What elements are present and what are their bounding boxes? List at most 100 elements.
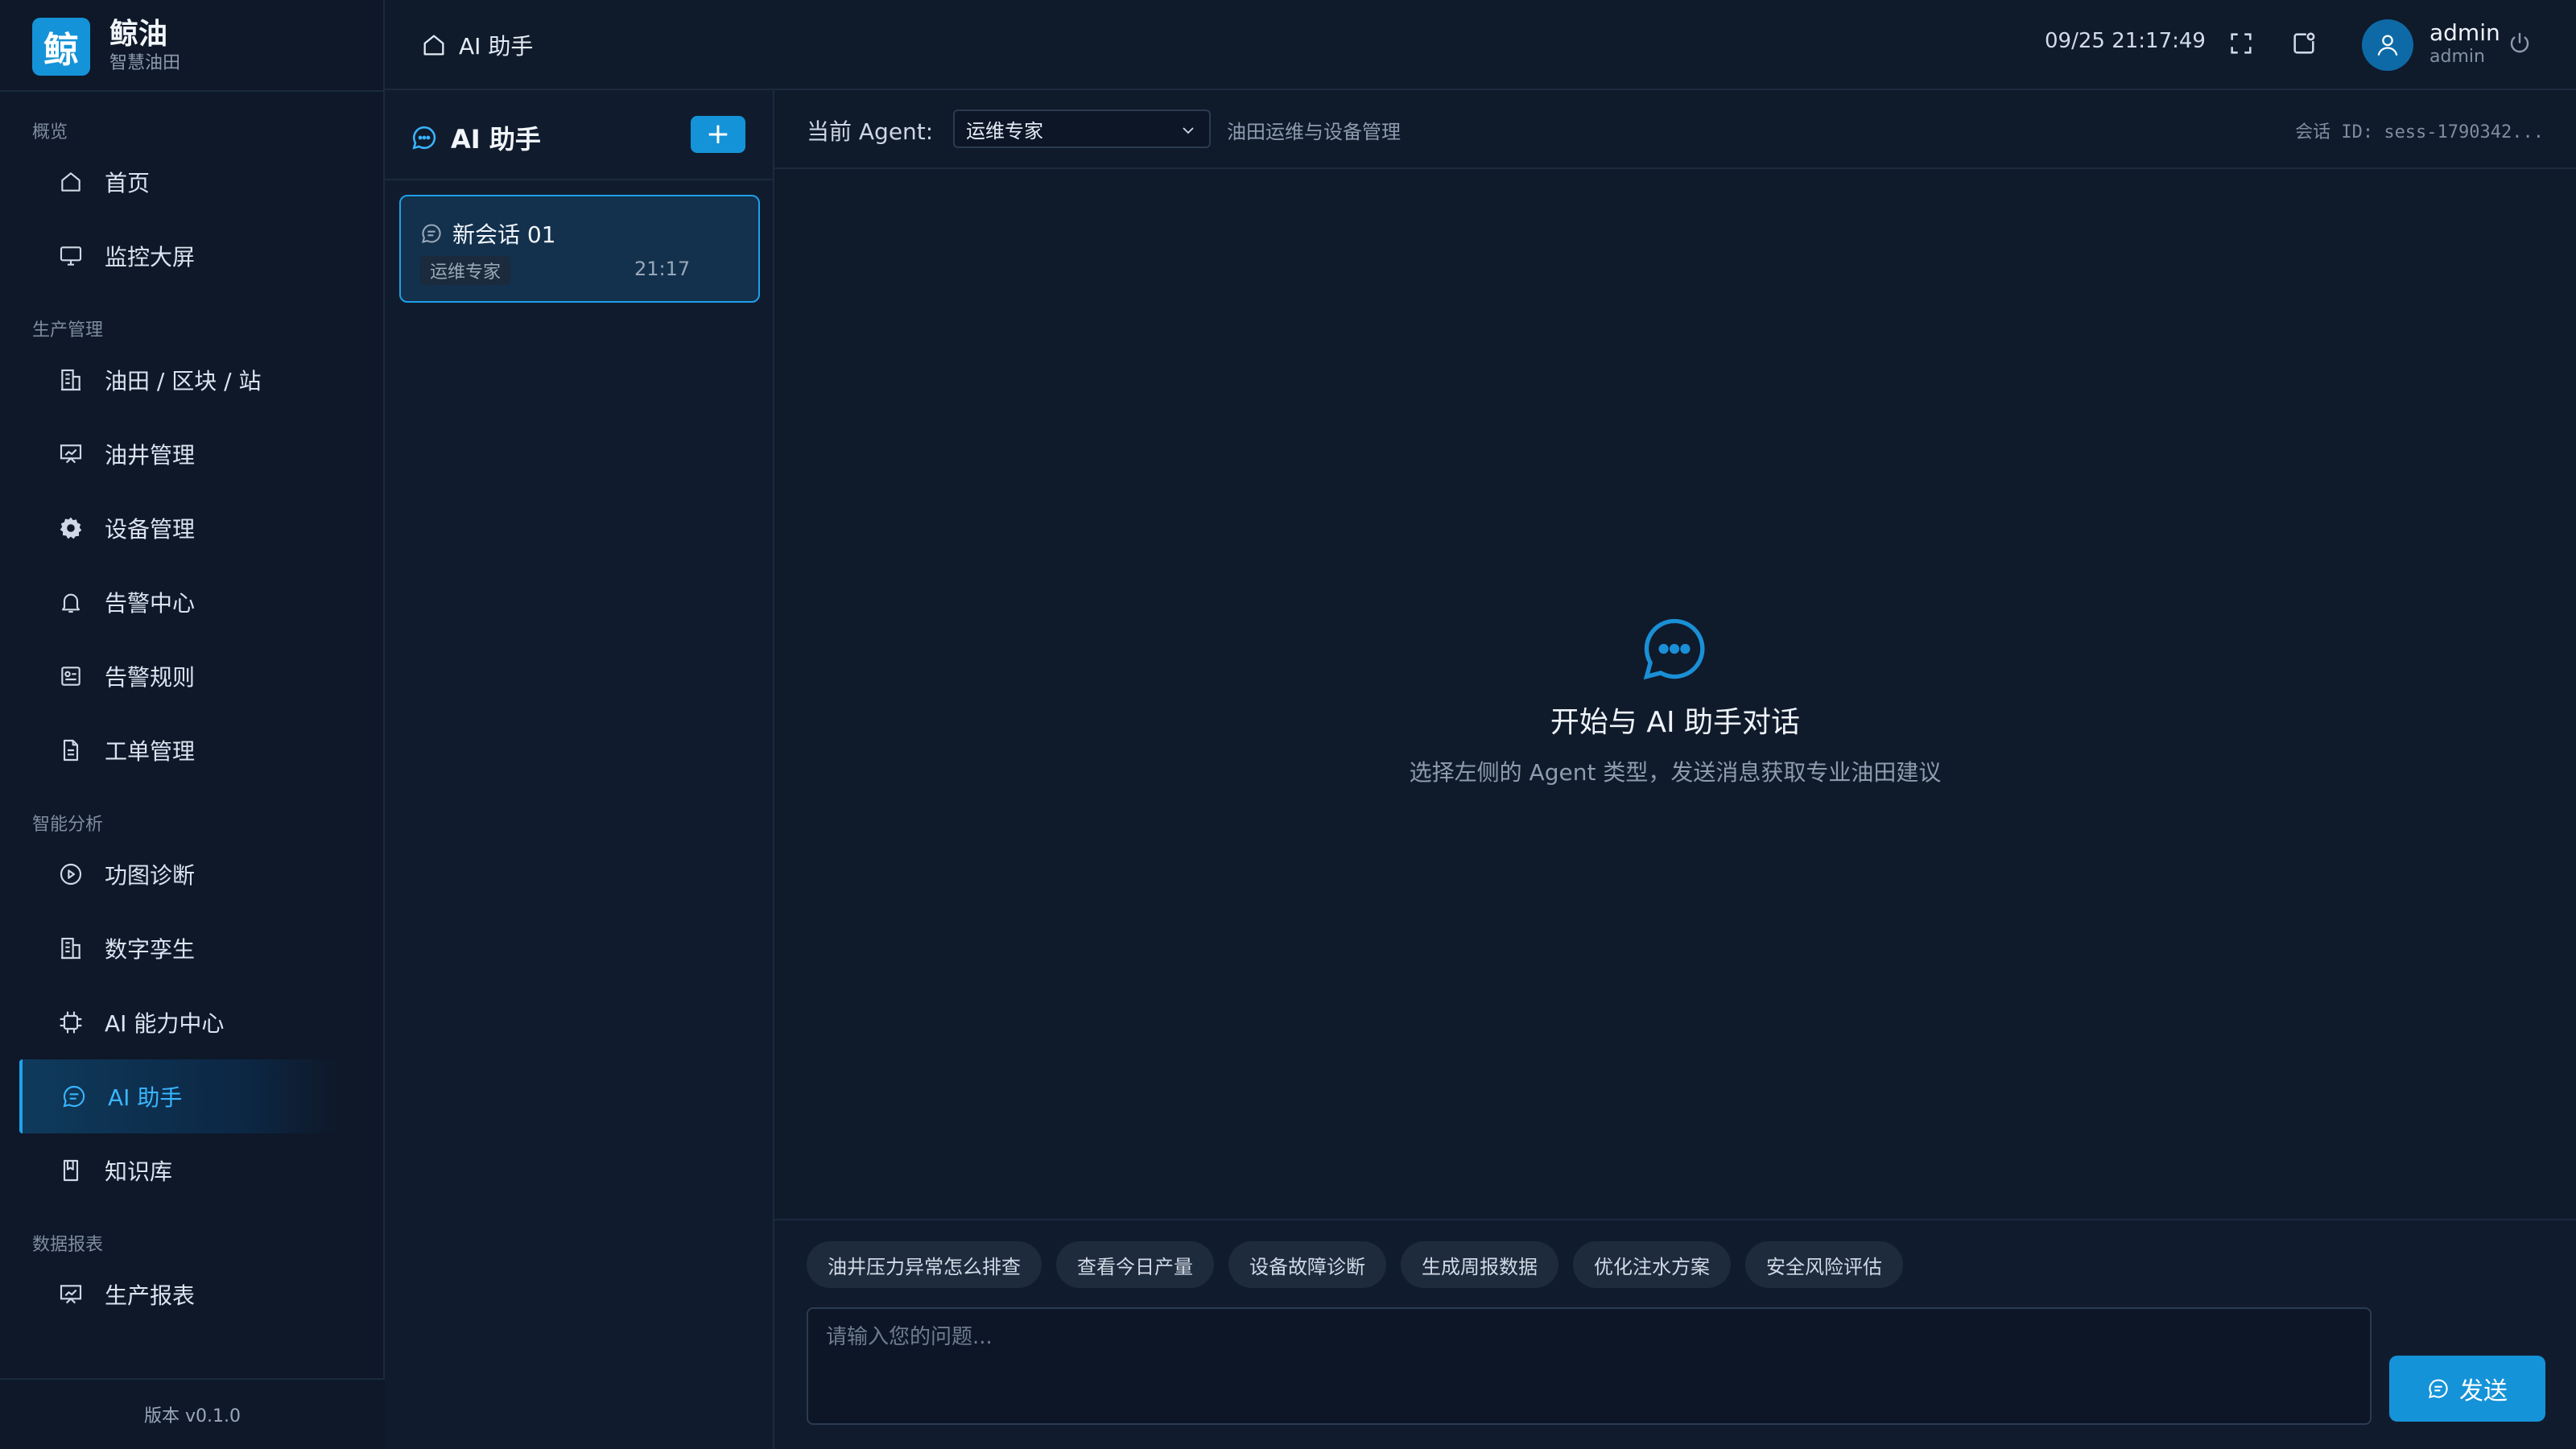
document-icon	[56, 736, 85, 765]
session-item[interactable]: 新会话 01 运维专家 21:17	[399, 195, 760, 303]
top-header: AI 助手 09/25 21:17:49 admin admin	[385, 0, 2576, 90]
app-root: 鲸 鲸油 智慧油田 概览 首页 监控大屏 生产管理 油田 / 区块 / 站 油井…	[0, 0, 2576, 1449]
new-session-button[interactable]: +	[691, 116, 745, 153]
sidebar-item-work-orders[interactable]: 工单管理	[0, 713, 385, 787]
sidebar-item-ai-center[interactable]: AI 能力中心	[0, 985, 385, 1059]
brand-subtitle: 智慧油田	[109, 53, 181, 73]
sidebar-item-label: 数字孪生	[105, 936, 196, 963]
chat-area: 当前 Agent: 运维专家 油田运维与设备管理 会话 ID: sess-179…	[774, 90, 2576, 1449]
quick-prompt-chip[interactable]: 油井压力异常怎么排查	[807, 1241, 1042, 1288]
sidebar-item-label: 告警中心	[105, 590, 196, 617]
session-panel-header: AI 助手 +	[385, 90, 774, 180]
gear-icon	[56, 514, 85, 543]
chip-icon	[56, 1008, 85, 1037]
avatar[interactable]	[2362, 19, 2413, 71]
session-agent-tag: 运维专家	[420, 256, 511, 285]
agent-select[interactable]: 运维专家	[953, 109, 1211, 148]
sidebar-item-label: 告警规则	[105, 664, 196, 691]
rules-icon	[56, 662, 85, 691]
user-name: admin	[2429, 19, 2500, 46]
sidebar-item-knowledge[interactable]: 知识库	[0, 1133, 385, 1208]
sidebar-item-alarm-rules[interactable]: 告警规则	[0, 639, 385, 713]
brand[interactable]: 鲸 鲸油 智慧油田	[32, 18, 180, 76]
sidebar-item-label: 油井管理	[105, 442, 196, 469]
sidebar-item-label: 设备管理	[105, 516, 196, 543]
breadcrumb: AI 助手	[420, 29, 533, 61]
external-window-icon[interactable]	[2288, 27, 2320, 60]
sidebar-item-label: 知识库	[105, 1158, 173, 1185]
user-role: admin	[2429, 47, 2485, 67]
send-button[interactable]: 发送	[2389, 1356, 2545, 1422]
quick-prompt-chip[interactable]: 优化注水方案	[1573, 1241, 1731, 1288]
sidebar-item-dynagraph[interactable]: 功图诊断	[0, 837, 385, 911]
send-button-label: 发送	[2459, 1377, 2508, 1406]
sidebar-item-home[interactable]: 首页	[0, 145, 385, 219]
brand-divider	[0, 90, 385, 92]
sidebar-item-alarm-center[interactable]: 告警中心	[0, 565, 385, 639]
nav-group-title-overview: 概览	[32, 122, 68, 142]
building-icon	[56, 934, 85, 963]
chat-icon	[60, 1082, 89, 1111]
monitor-icon	[56, 242, 85, 270]
nav-group-title-reports: 数据报表	[32, 1235, 104, 1255]
chat-empty-state: 开始与 AI 助手对话 选择左侧的 Agent 类型，发送消息获取专业油田建议	[774, 169, 2576, 1114]
sidebar-item-wells[interactable]: 油井管理	[0, 417, 385, 491]
sidebar-item-production-report[interactable]: 生产报表	[0, 1257, 385, 1331]
nav-group-title-production: 生产管理	[32, 320, 104, 341]
breadcrumb-current: AI 助手	[459, 33, 534, 60]
chat-icon	[420, 222, 443, 245]
agent-description: 油田运维与设备管理	[1227, 121, 1401, 143]
nav-group-title-analysis: 智能分析	[32, 815, 104, 835]
session-title: 新会话 01	[452, 221, 556, 248]
sidebar-item-label: 油田 / 区块 / 站	[105, 368, 262, 394]
chat-icon	[411, 124, 438, 151]
chevron-down-icon	[1179, 121, 1198, 140]
sidebar-item-label: 工单管理	[105, 738, 196, 765]
agent-select-value: 运维专家	[966, 119, 1043, 142]
chat-bubble-icon	[1637, 612, 1711, 689]
quick-prompts: 油井压力异常怎么排查 查看今日产量 设备故障诊断 生成周报数据 优化注水方案 安…	[807, 1241, 1918, 1288]
quick-prompt-chip[interactable]: 设备故障诊断	[1228, 1241, 1386, 1288]
building-icon	[56, 365, 85, 394]
sidebar-item-monitor[interactable]: 监控大屏	[0, 219, 385, 293]
sidebar-item-label: 生产报表	[105, 1282, 196, 1309]
session-panel-title-text: AI 助手	[451, 124, 541, 155]
header-datetime: 09/25 21:17:49	[2045, 29, 2206, 53]
user-info[interactable]: admin admin	[2429, 19, 2500, 68]
session-panel-title: AI 助手	[411, 119, 541, 156]
brand-name: 鲸油	[109, 18, 168, 51]
message-input[interactable]: 请输入您的问题...	[807, 1307, 2372, 1425]
chat-toolbar: 当前 Agent: 运维专家 油田运维与设备管理 会话 ID: sess-179…	[774, 90, 2576, 169]
sidebar-item-label: AI 助手	[108, 1084, 183, 1111]
brand-logo: 鲸	[32, 18, 90, 76]
sidebar-item-digital-twin[interactable]: 数字孪生	[0, 911, 385, 985]
quick-prompt-chip[interactable]: 查看今日产量	[1056, 1241, 1214, 1288]
composer: 油井压力异常怎么排查 查看今日产量 设备故障诊断 生成周报数据 优化注水方案 安…	[774, 1219, 2576, 1449]
sidebar-item-label: 监控大屏	[105, 244, 196, 270]
home-icon[interactable]	[420, 31, 448, 59]
agent-label: 当前 Agent:	[807, 118, 934, 145]
session-panel: AI 助手 + 新会话 01 运维专家 21:17	[385, 90, 774, 1449]
sidebar-item-oilfield[interactable]: 油田 / 区块 / 站	[0, 343, 385, 417]
power-icon[interactable]	[2507, 31, 2534, 58]
empty-state-subtitle: 选择左侧的 Agent 类型，发送消息获取专业油田建议	[1409, 759, 1942, 786]
quick-prompt-chip[interactable]: 安全风险评估	[1745, 1241, 1903, 1288]
chat-icon	[2427, 1377, 2450, 1400]
quick-prompt-chip[interactable]: 生成周报数据	[1401, 1241, 1558, 1288]
sidebar-item-label: 首页	[105, 170, 151, 196]
sidebar: 鲸 鲸油 智慧油田 概览 首页 监控大屏 生产管理 油田 / 区块 / 站 油井…	[0, 0, 385, 1449]
sidebar-nav: 概览 首页 监控大屏 生产管理 油田 / 区块 / 站 油井管理 设备管理 告警…	[0, 121, 385, 1331]
version-label: 版本 v0.1.0	[0, 1378, 385, 1449]
session-id: 会话 ID: sess-1790342...	[2295, 122, 2544, 142]
sidebar-item-label: 功图诊断	[105, 862, 196, 889]
sidebar-item-label: AI 能力中心	[105, 1010, 225, 1037]
bell-icon	[56, 588, 85, 617]
home-icon	[56, 167, 85, 196]
empty-state-title: 开始与 AI 助手对话	[1550, 706, 1801, 739]
play-circle-icon	[56, 860, 85, 889]
fullscreen-icon[interactable]	[2225, 27, 2257, 60]
presentation-icon	[56, 1280, 85, 1309]
sidebar-item-devices[interactable]: 设备管理	[0, 491, 385, 565]
sidebar-item-ai-assistant[interactable]: AI 助手	[19, 1059, 341, 1133]
presentation-icon	[56, 440, 85, 469]
